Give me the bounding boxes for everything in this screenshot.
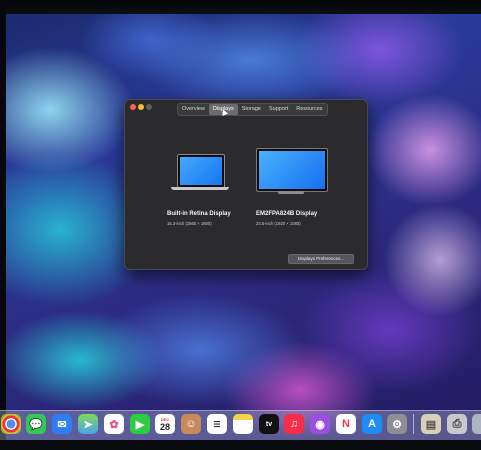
zoom-button[interactable] <box>146 104 152 110</box>
reminders-icon[interactable]: ☰ <box>207 414 227 434</box>
photos-icon[interactable]: ✿ <box>104 414 124 434</box>
external-display-size: 23.5-inch (1920 × 1080) <box>256 221 301 226</box>
window-titlebar[interactable]: Overview Displays Storage Support Resour… <box>125 100 367 116</box>
appstore-icon[interactable]: A <box>362 414 382 434</box>
news-icon[interactable]: N <box>336 414 356 434</box>
facetime-icon[interactable]: ▶ <box>130 414 150 434</box>
appletv-label: tv <box>265 420 273 428</box>
close-button[interactable] <box>130 104 136 110</box>
podcasts-icon[interactable]: ◉ <box>310 414 330 434</box>
tab-support[interactable]: Support <box>265 104 292 115</box>
tab-bar: Overview Displays Storage Support Resour… <box>177 103 328 116</box>
laptop-base <box>171 187 229 190</box>
screen-bezel-top <box>0 0 481 14</box>
external-display-screen <box>259 151 325 189</box>
preview-icon[interactable]: ▤ <box>421 414 441 434</box>
external-display-name: EM2FPA824B Display <box>256 211 318 217</box>
tab-overview[interactable]: Overview <box>178 104 209 115</box>
maps-icon[interactable]: ➤ <box>78 414 98 434</box>
appletv-icon[interactable]: tv <box>259 414 279 434</box>
screen-bezel-left <box>0 0 6 450</box>
builtin-display-screen <box>180 157 222 185</box>
displays-preferences-button[interactable]: Displays Preferences... <box>288 254 354 264</box>
tab-resources[interactable]: Resources <box>292 104 326 115</box>
calendar-day: 28 <box>159 421 170 432</box>
tab-storage[interactable]: Storage <box>238 104 265 115</box>
contacts-icon[interactable]: ☺ <box>181 414 201 434</box>
calendar-icon[interactable]: DEC 28 <box>155 414 175 434</box>
music-icon[interactable]: ♫ <box>284 414 304 434</box>
printer-icon[interactable]: ⎙ <box>447 414 467 434</box>
builtin-display-size: 15.3-inch (2560 × 1600) <box>167 221 212 226</box>
chrome-icon[interactable] <box>1 414 21 434</box>
dock-separator <box>413 414 414 434</box>
about-this-mac-window: Overview Displays Storage Support Resour… <box>124 99 368 270</box>
messages-icon[interactable]: 💬 <box>26 414 46 434</box>
notes-icon[interactable] <box>233 414 253 434</box>
builtin-display-image <box>177 154 225 188</box>
mail-icon[interactable]: ✉ <box>52 414 72 434</box>
system-preferences-icon[interactable]: ⚙ <box>387 414 407 434</box>
builtin-display-name: Built-in Retina Display <box>167 211 231 217</box>
trash-icon[interactable] <box>472 414 481 434</box>
screen-bezel-bottom <box>0 440 481 450</box>
external-display-image <box>256 148 328 192</box>
monitor-stand <box>278 191 304 194</box>
minimize-button[interactable] <box>138 104 144 110</box>
